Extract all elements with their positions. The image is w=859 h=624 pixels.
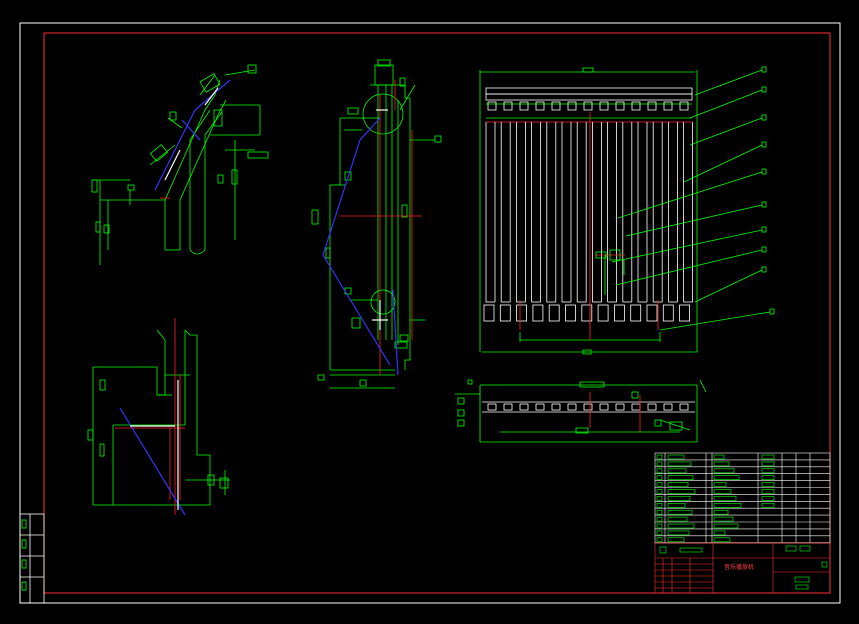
- drawing-name: 音乐播放机: [724, 563, 754, 571]
- cad-drawing-canvas[interactable]: 音乐播放机: [0, 0, 859, 624]
